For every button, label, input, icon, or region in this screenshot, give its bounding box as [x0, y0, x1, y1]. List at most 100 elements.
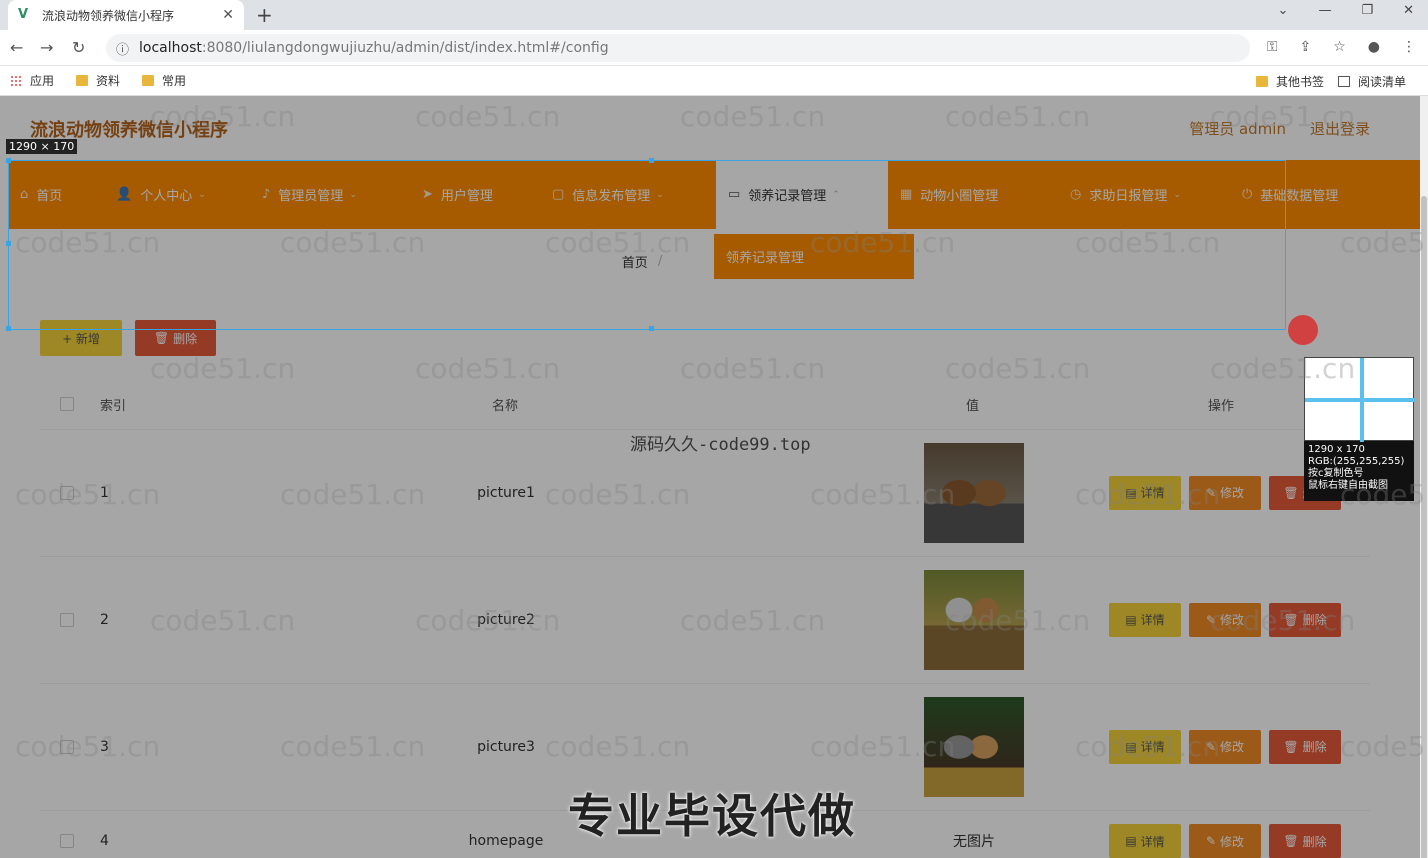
pet-thumbnail[interactable]: [924, 696, 1024, 797]
back-icon[interactable]: ←: [10, 38, 23, 57]
close-icon[interactable]: ✕: [222, 7, 234, 23]
url-input[interactable]: ⓘ localhost :8080/liulangdongwujiuzhu/ad…: [106, 34, 1250, 62]
browser-tab[interactable]: V 流浪动物领养微信小程序 ✕: [8, 0, 244, 30]
row-name: picture3: [477, 738, 535, 755]
reading-list[interactable]: 阅读清单: [1337, 73, 1406, 90]
header-actions: 管理员 admin 退出登录: [1189, 118, 1370, 139]
row-name: picture1: [477, 484, 535, 501]
bookmark-common[interactable]: 常用: [142, 72, 186, 89]
info-icon[interactable]: ⓘ: [116, 39, 129, 58]
chevron-up-icon: ⌃: [832, 189, 840, 200]
magnifier-free-hint: 鼠标右键自由截图: [1308, 480, 1388, 491]
add-button[interactable]: + 新增: [40, 320, 122, 356]
table-header: 索引 名称 值 操作: [40, 386, 1370, 422]
menu-icon[interactable]: ⋮: [1402, 39, 1416, 55]
reload-icon[interactable]: ↻: [72, 38, 85, 57]
profile-icon[interactable]: ●: [1368, 39, 1380, 55]
edit-button[interactable]: ✎ 修改: [1189, 475, 1261, 510]
logout-link[interactable]: 退出登录: [1310, 118, 1370, 139]
chevron-down-icon: ⌄: [656, 189, 664, 200]
edit-button[interactable]: ✎ 修改: [1189, 824, 1261, 858]
row-index: 3: [100, 738, 109, 755]
bookmark-other[interactable]: 其他书签: [1255, 73, 1324, 90]
nav-item-7[interactable]: ◷ 求助日报管理 ⌄: [1058, 160, 1230, 229]
folder-icon: [1255, 75, 1268, 87]
delete-label: 删除: [1302, 834, 1327, 849]
close-window-icon[interactable]: ✕: [1403, 3, 1414, 18]
nav-item-label: 信息发布管理: [572, 189, 651, 204]
nav-item-6[interactable]: ▦ 动物小圈管理: [888, 160, 1058, 229]
star-icon[interactable]: ☆: [1333, 39, 1346, 55]
doc-icon: ▤: [1125, 612, 1137, 627]
minimize-icon[interactable]: —: [1318, 3, 1331, 18]
address-actions: ⚿ ⇪ ☆ ● ⋮: [1267, 39, 1416, 55]
apps-icon: [10, 74, 22, 87]
delete-label: 删除: [1302, 613, 1327, 627]
nav-item-2[interactable]: ♪ 管理员管理 ⌄: [250, 160, 410, 229]
row-checkbox[interactable]: [60, 612, 74, 627]
delete-button[interactable]: 🗑删除: [1269, 602, 1341, 637]
detail-button[interactable]: ▤ 详情: [1109, 475, 1181, 510]
edit-button[interactable]: ✎ 修改: [1189, 729, 1261, 764]
pet-thumbnail[interactable]: [924, 569, 1024, 670]
edit-label: 修改: [1220, 486, 1245, 500]
magnifier-copy-hint: 按c复制色号: [1308, 468, 1364, 479]
row-index: 1: [100, 484, 109, 501]
col-value: 值: [966, 398, 980, 414]
row-actions: ▤详情 ✎修改 🗑删除: [1109, 811, 1341, 858]
scrollbar[interactable]: [1420, 96, 1428, 858]
nav-item-5[interactable]: ▭ 领养记录管理 ⌃: [716, 160, 888, 229]
magnifier-rgb: RGB:(255,255,255): [1308, 456, 1405, 467]
doc-icon: ▢: [552, 187, 565, 202]
mic-icon: ♪: [262, 187, 271, 202]
pet-thumbnail[interactable]: [924, 442, 1024, 543]
table-row: 2 picture2 ▤ 详情 ✎ 修改 🗑 删除: [40, 556, 1370, 682]
breadcrumb: 首页 /: [8, 234, 1286, 288]
nav-item-label: 基础数据管理: [1260, 189, 1339, 204]
forward-icon[interactable]: →: [40, 38, 53, 57]
nav-item-label: 个人中心: [140, 189, 193, 204]
col-ops: 操作: [1208, 398, 1235, 414]
edit-button[interactable]: ✎ 修改: [1189, 602, 1261, 637]
tab-title: 流浪动物领养微信小程序: [42, 8, 175, 23]
address-bar: ← → ↻ ⓘ localhost :8080/liulangdongwujiu…: [0, 30, 1428, 66]
delete-label: 删除: [1302, 740, 1327, 754]
breadcrumb-sep: /: [657, 253, 663, 269]
batch-delete-button[interactable]: 🗑 删除: [135, 320, 216, 356]
new-tab-button[interactable]: +: [256, 3, 273, 27]
row-checkbox[interactable]: [60, 834, 74, 848]
row-value: [924, 557, 1024, 682]
scroll-thumb[interactable]: [1421, 196, 1427, 858]
restore-icon[interactable]: ❐: [1361, 3, 1373, 18]
nav-item-4[interactable]: ▢ 信息发布管理 ⌄: [540, 160, 716, 229]
magnifier-size: 1290 x 170: [1308, 444, 1365, 455]
chevron-down-icon[interactable]: ⌄: [1278, 3, 1289, 18]
detail-button[interactable]: ▤ 详情: [1109, 824, 1181, 858]
center-watermark: 源码久久-code99.top: [630, 435, 811, 455]
page: 流浪动物领养微信小程序 管理员 admin 退出登录 ⌂ 首页 👤 个人中心 ⌄ ♪ 管理员…: [0, 96, 1420, 858]
delete-button[interactable]: 🗑删除: [1269, 824, 1341, 858]
cursor-indicator: [1288, 315, 1318, 345]
share-icon[interactable]: ⇪: [1299, 39, 1311, 55]
row-index: 4: [100, 833, 109, 849]
vue-logo-icon: V: [18, 7, 29, 22]
no-image-text: 无图片: [953, 834, 995, 850]
nav-item-3[interactable]: ➤ 用户管理: [410, 160, 540, 229]
delete-button[interactable]: 🗑删除: [1269, 729, 1341, 764]
detail-label: 详情: [1140, 486, 1165, 500]
bookmark-apps[interactable]: 应用: [10, 72, 54, 89]
dropdown-item-adoption-records[interactable]: 领养记录管理: [714, 234, 914, 279]
nav-item-1[interactable]: 👤 个人中心 ⌄: [104, 160, 250, 229]
col-name: 名称: [492, 398, 519, 414]
breadcrumb-home[interactable]: 首页: [622, 252, 648, 271]
nav-item-8[interactable]: ⏻ 基础数据管理: [1230, 160, 1420, 229]
bookmark-materials[interactable]: 资料: [76, 72, 120, 89]
header-checkbox[interactable]: [60, 397, 74, 411]
detail-button[interactable]: ▤ 详情: [1109, 602, 1181, 637]
row-checkbox[interactable]: [60, 739, 74, 754]
nav-item-0[interactable]: ⌂ 首页: [8, 160, 104, 229]
magnifier-view: [1304, 357, 1415, 442]
row-checkbox[interactable]: [60, 485, 74, 500]
key-icon[interactable]: ⚿: [1267, 39, 1278, 55]
detail-button[interactable]: ▤ 详情: [1109, 729, 1181, 764]
